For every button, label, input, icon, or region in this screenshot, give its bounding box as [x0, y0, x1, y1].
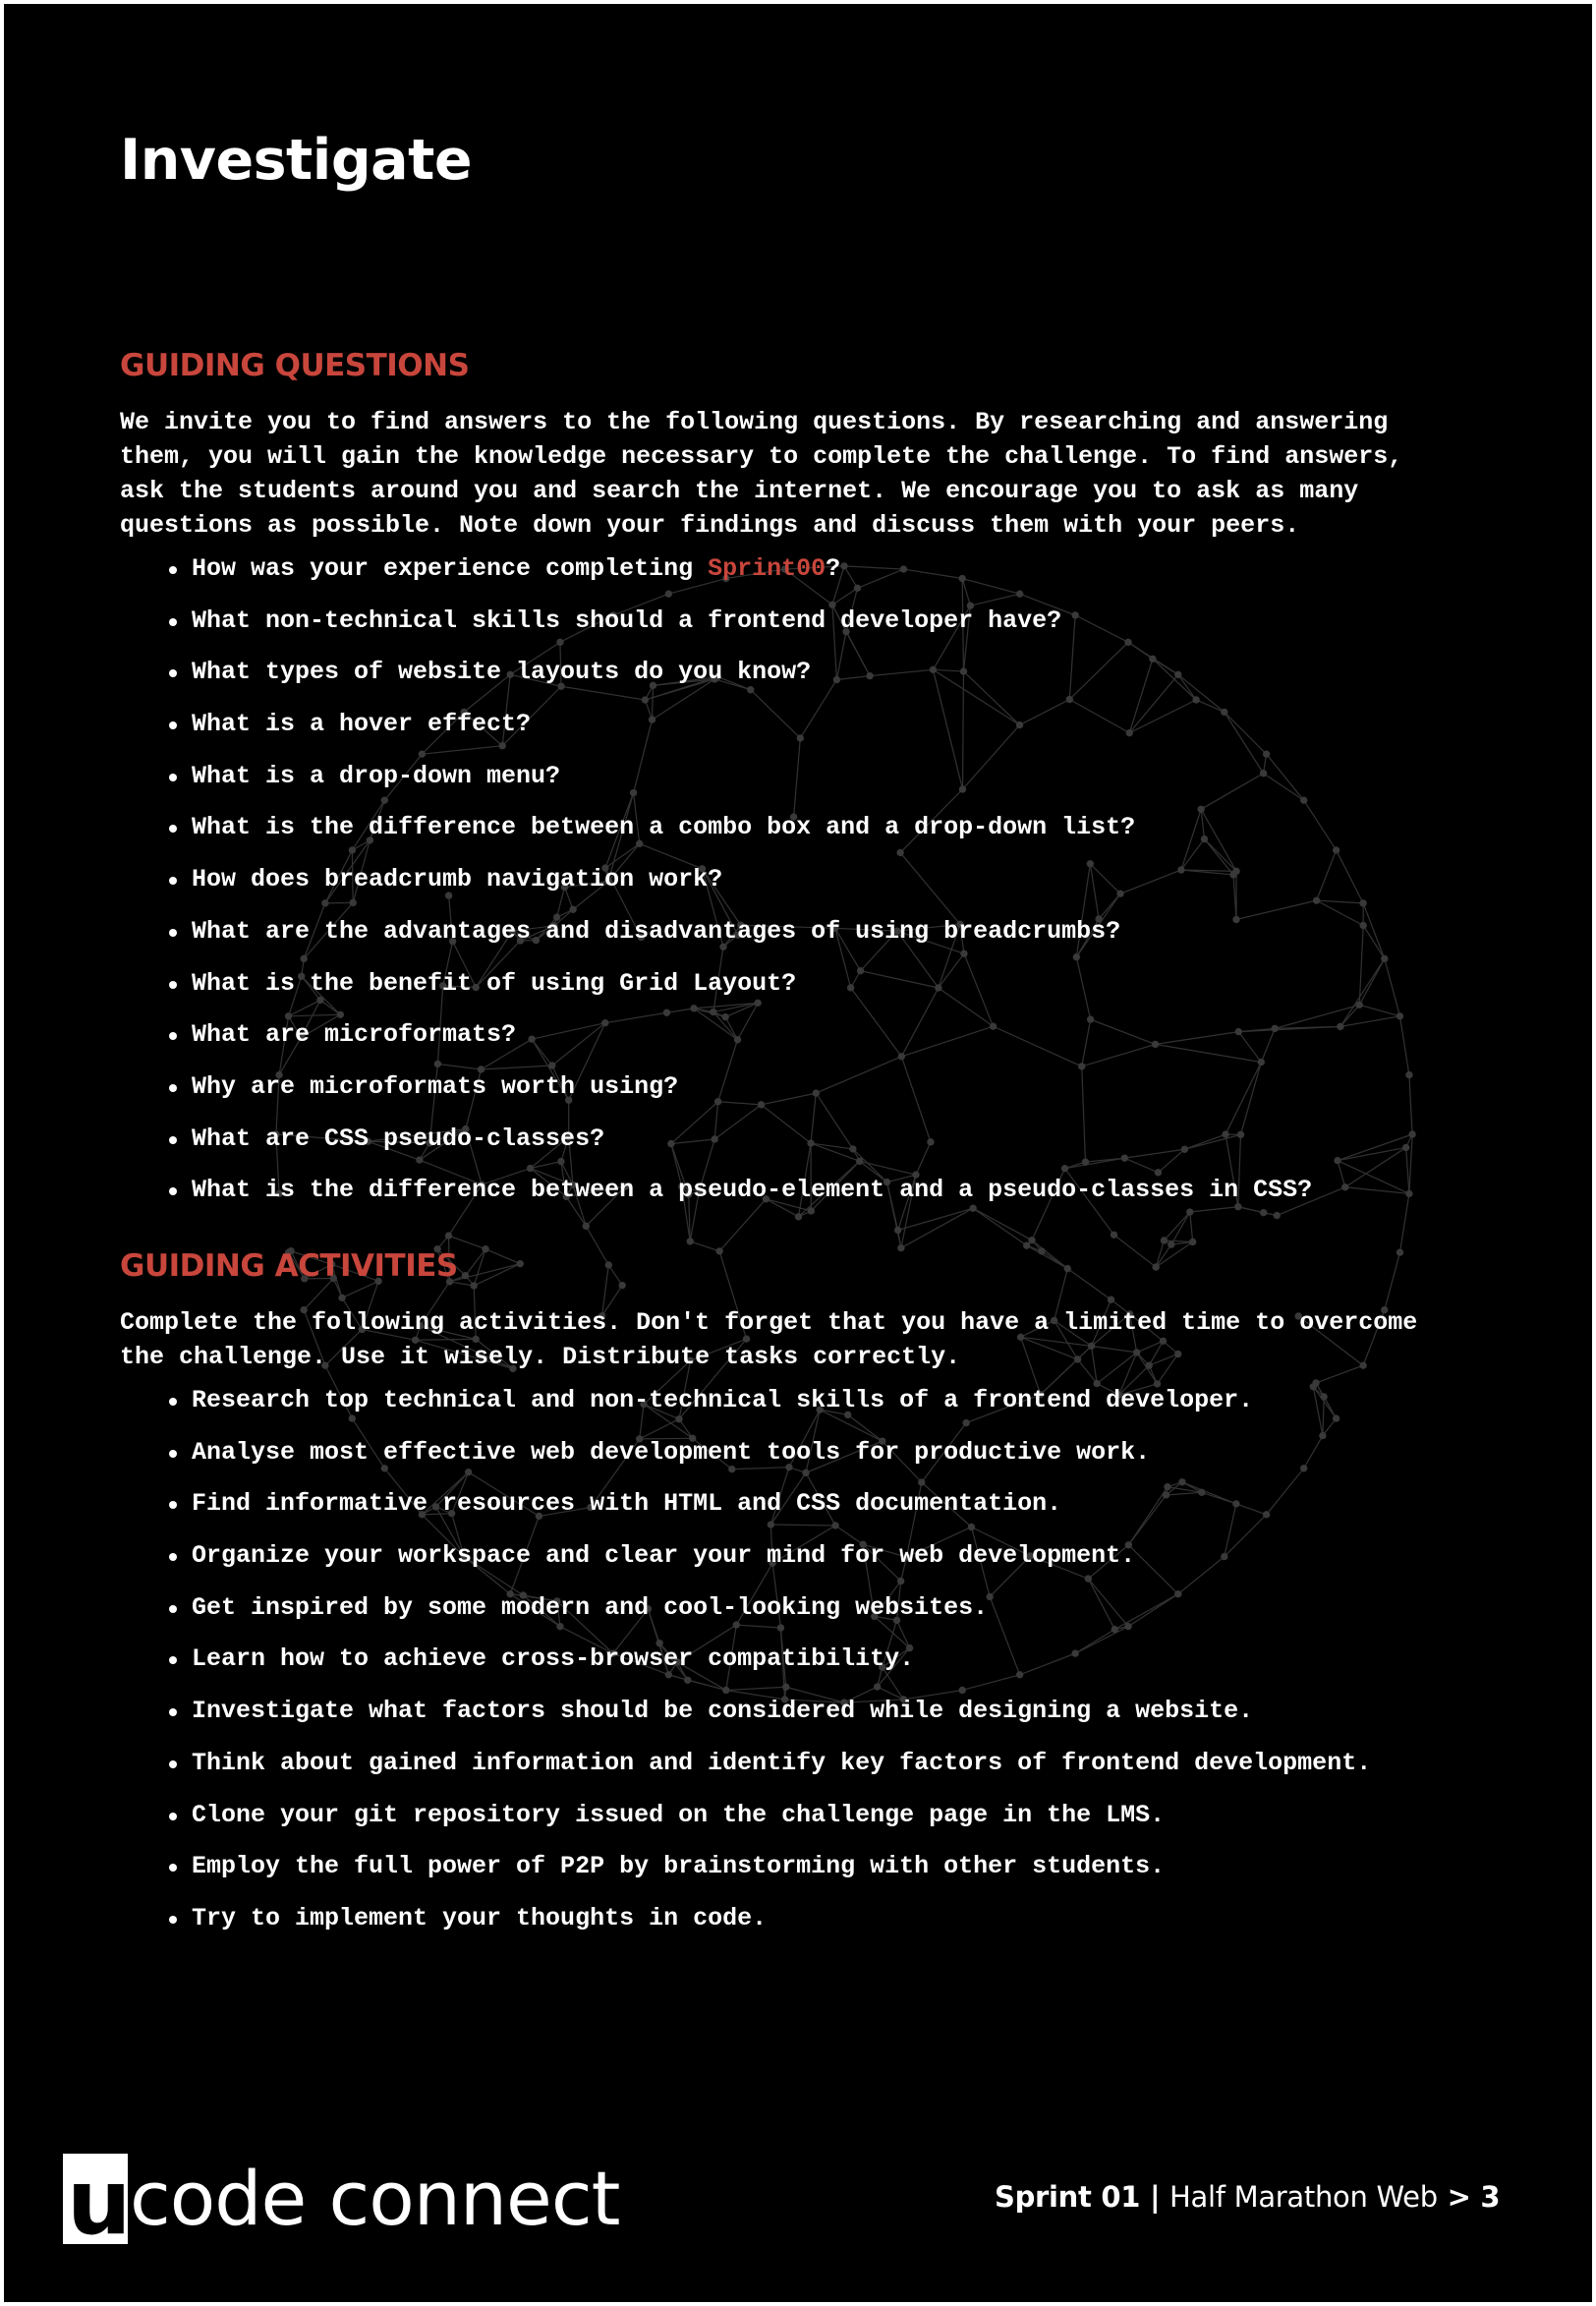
guiding-activities-intro: Complete the following activities. Don't…: [120, 1308, 1418, 1371]
course-name: Half Marathon Web: [1169, 2180, 1438, 2214]
guiding-questions-heading: GUIDING QUESTIONS: [120, 348, 470, 383]
list-item: Investigate what factors should be consi…: [169, 1694, 1371, 1746]
footer-page-info: Sprint 01 | Half Marathon Web > 3: [995, 2180, 1501, 2214]
sprint00-link[interactable]: Sprint00: [708, 554, 826, 583]
list-item: Employ the full power of P2P by brainsto…: [169, 1849, 1371, 1901]
list-item: What are CSS pseudo-classes?: [169, 1122, 1312, 1174]
document-page: Investigate GUIDING QUESTIONS We invite …: [4, 4, 1592, 2302]
footer-separator: |: [1140, 2180, 1170, 2214]
list-item: Learn how to achieve cross-browser compa…: [169, 1642, 1371, 1694]
list-item: How was your experience completing Sprin…: [169, 551, 1312, 604]
list-item: Get inspired by some modern and cool-loo…: [169, 1590, 1371, 1643]
guiding-questions-list: How was your experience completing Sprin…: [169, 551, 1312, 1225]
list-item: What non-technical skills should a front…: [169, 604, 1312, 656]
list-item: What types of website layouts do you kno…: [169, 655, 1312, 707]
page-title: Investigate: [120, 128, 473, 193]
list-item: What is the benefit of using Grid Layout…: [169, 966, 1312, 1018]
list-item: What is the difference between a pseudo-…: [169, 1173, 1312, 1225]
list-item: Analyse most effective web development t…: [169, 1435, 1371, 1487]
list-item: Try to implement your thoughts in code.: [169, 1901, 1371, 1953]
list-item: Think about gained information and ident…: [169, 1746, 1371, 1798]
logo-wordmark: code connect: [130, 2155, 620, 2242]
logo-mark: u: [63, 2154, 132, 2248]
guiding-activities-list: Research top technical and non-technical…: [169, 1383, 1371, 1953]
list-item: Find informative resources with HTML and…: [169, 1486, 1371, 1538]
list-item: What are microformats?: [169, 1017, 1312, 1069]
list-item: Clone your git repository issued on the …: [169, 1798, 1371, 1850]
list-item: What are the advantages and disadvantage…: [169, 914, 1312, 966]
footer-arrow: >: [1437, 2180, 1481, 2214]
list-item: What is a hover effect?: [169, 707, 1312, 759]
list-item: What is a drop-down menu?: [169, 759, 1312, 811]
sprint-label: Sprint 01: [995, 2180, 1141, 2214]
page-number: 3: [1480, 2180, 1501, 2214]
ucode-connect-logo: u code connect: [63, 2154, 620, 2248]
guiding-activities-heading: GUIDING ACTIVITIES: [120, 1248, 458, 1284]
guiding-questions-intro: We invite you to find answers to the fol…: [120, 408, 1403, 540]
list-item: Organize your workspace and clear your m…: [169, 1538, 1371, 1590]
list-item: How does breadcrumb navigation work?: [169, 862, 1312, 914]
list-item: What is the difference between a combo b…: [169, 810, 1312, 862]
list-item: Why are microformats worth using?: [169, 1069, 1312, 1122]
list-item: Research top technical and non-technical…: [169, 1383, 1371, 1435]
